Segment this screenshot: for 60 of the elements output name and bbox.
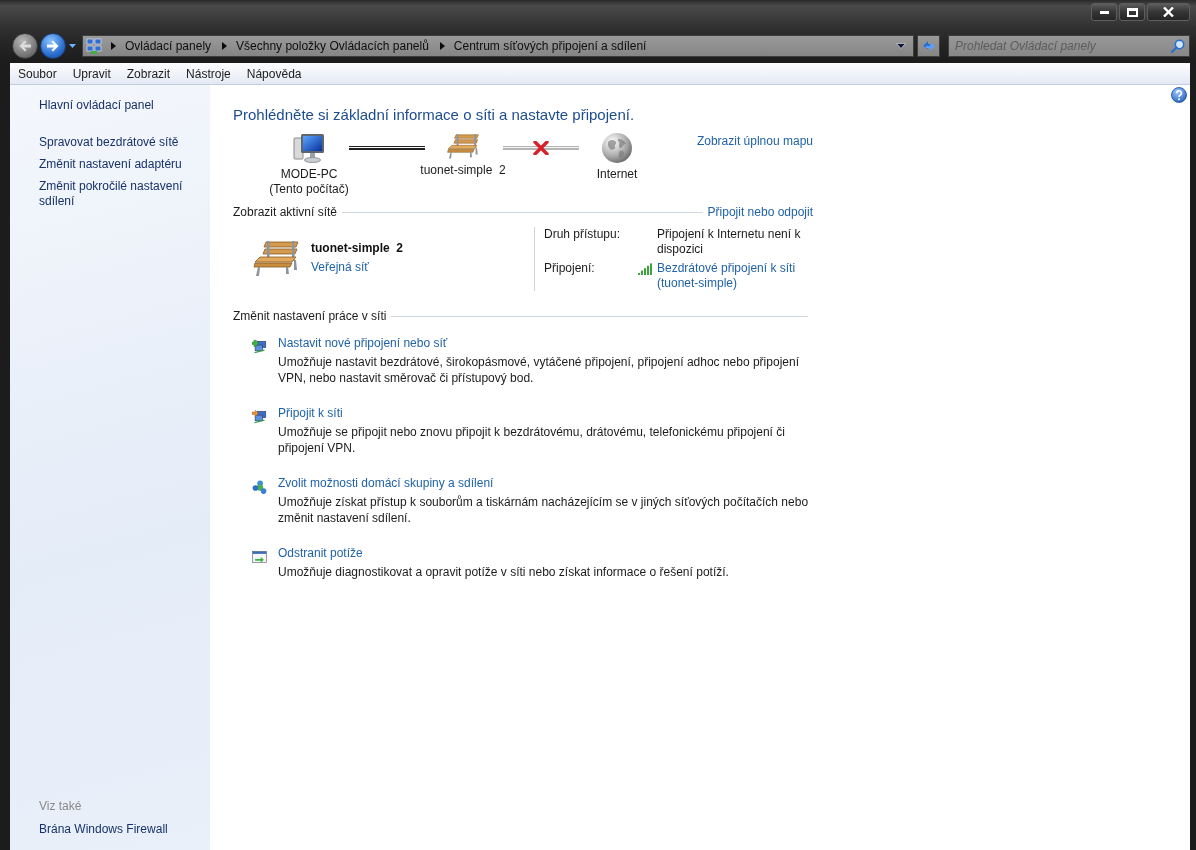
maximize-icon [1126, 7, 1138, 17]
globe-icon [601, 132, 633, 164]
connection-link[interactable]: Bezdrátové připojení k síti (tuonet-simple) [657, 261, 813, 291]
forward-button[interactable] [40, 33, 66, 59]
computer-icon [293, 132, 325, 164]
caret-icon [69, 44, 76, 48]
bench-icon [446, 132, 480, 160]
sidebar-link[interactable]: Brána Windows Firewall [39, 822, 202, 837]
address-bar[interactable]: Ovládací panely Všechny položky Ovládacích panelů Centrum síťových připojení a sdílení [82, 35, 914, 57]
task-link[interactable]: Nastavit nové připojení nebo síť [278, 335, 448, 351]
task-link[interactable]: Odstranit potíže [278, 545, 363, 561]
breadcrumb-item[interactable]: Centrum síťových připojení a sdílení [451, 39, 649, 53]
cross-icon [533, 141, 549, 155]
minimize-button[interactable] [1091, 3, 1117, 21]
breadcrumb-item[interactable]: Ovládací panely [123, 39, 214, 53]
task-description: Umožňuje diagnostikovat a opravit potíže v síti nebo získat informace o řešení potíží. [278, 564, 730, 580]
section-heading: Změnit nastavení práce v síti [233, 309, 387, 324]
network-category-link[interactable]: Veřejná síť [311, 260, 403, 275]
breadcrumb-arrow-icon[interactable] [439, 42, 445, 50]
breadcrumb-arrow-icon[interactable] [222, 42, 228, 50]
connect-disconnect-link[interactable]: Připojit nebo odpojit [707, 205, 813, 220]
full-map-link[interactable]: Zobrazit úplnou mapu [696, 134, 813, 149]
menu-item[interactable]: Upravit [64, 63, 119, 84]
minimize-icon [1099, 10, 1109, 14]
node-label: tuonet-simple 2 [420, 163, 506, 178]
page-title: Prohlédněte si základní informace o síti a nastavte připojení. [233, 105, 636, 125]
close-icon [1163, 7, 1174, 17]
arrow-right-icon [46, 40, 60, 52]
section-heading: Zobrazit aktivní sítě [233, 205, 338, 220]
task-description: Umožňuje získat přístup k souborům a tiskárnám nacházejícím se v jiných síťových počítačích nebo změnit nastavení sdílení. [278, 494, 810, 526]
close-button[interactable] [1147, 3, 1190, 21]
sidebar-link[interactable]: Změnit pokročilé nastavení sdílení [39, 179, 202, 209]
task-link[interactable]: Připojit k síti [278, 405, 343, 421]
property-label: Druh přístupu: [544, 227, 622, 243]
sidebar-link[interactable]: Spravovat bezdrátové sítě [39, 135, 202, 150]
breadcrumb-arrow-icon[interactable] [111, 42, 116, 50]
property-value: Připojení k Internetu není k dispozici [657, 227, 802, 257]
menu-item[interactable]: Soubor [10, 63, 65, 84]
menu-item[interactable]: Nástroje [178, 63, 239, 84]
task-link[interactable]: Zvolit možnosti domácí skupiny a sdílení [278, 475, 494, 491]
network-name: tuonet-simple 2 [311, 241, 403, 256]
signal-bars-icon [638, 263, 653, 275]
menu-item[interactable]: Nápověda [238, 63, 310, 84]
sidebar-link[interactable]: Změnit nastavení adaptéru [39, 157, 202, 172]
maximize-button[interactable] [1119, 3, 1145, 21]
arrow-left-icon [18, 40, 32, 52]
menu-item[interactable]: Zobrazit [118, 63, 179, 84]
property-label: Připojení: [544, 261, 596, 277]
sidebar-link[interactable]: Hlavní ovládací panel [39, 98, 202, 113]
task-description: Umožňuje nastavit bezdrátové, širokopásmové, vytáčené připojení, připojení adhoc nebo připojení VPN, nebo nastavit směrovač či přístupový bod. [278, 354, 800, 386]
task-description: Umožňuje se připojit nebo znovu připojit k bezdrátovému, drátovému, telefonickému připojení či připojení VPN. [278, 424, 786, 456]
node-label: MODE-PC (Tento počítač) [269, 167, 349, 197]
see-also-heading: Viz také [39, 799, 83, 814]
grid-icon [86, 38, 102, 54]
help-button[interactable] [1171, 87, 1187, 103]
node-label: Internet [596, 167, 638, 182]
caret-icon [896, 43, 906, 49]
breadcrumb-item[interactable]: Všechny položky Ovládacích panelů [234, 39, 431, 53]
refresh-button[interactable] [917, 35, 940, 57]
back-button[interactable] [12, 33, 38, 59]
